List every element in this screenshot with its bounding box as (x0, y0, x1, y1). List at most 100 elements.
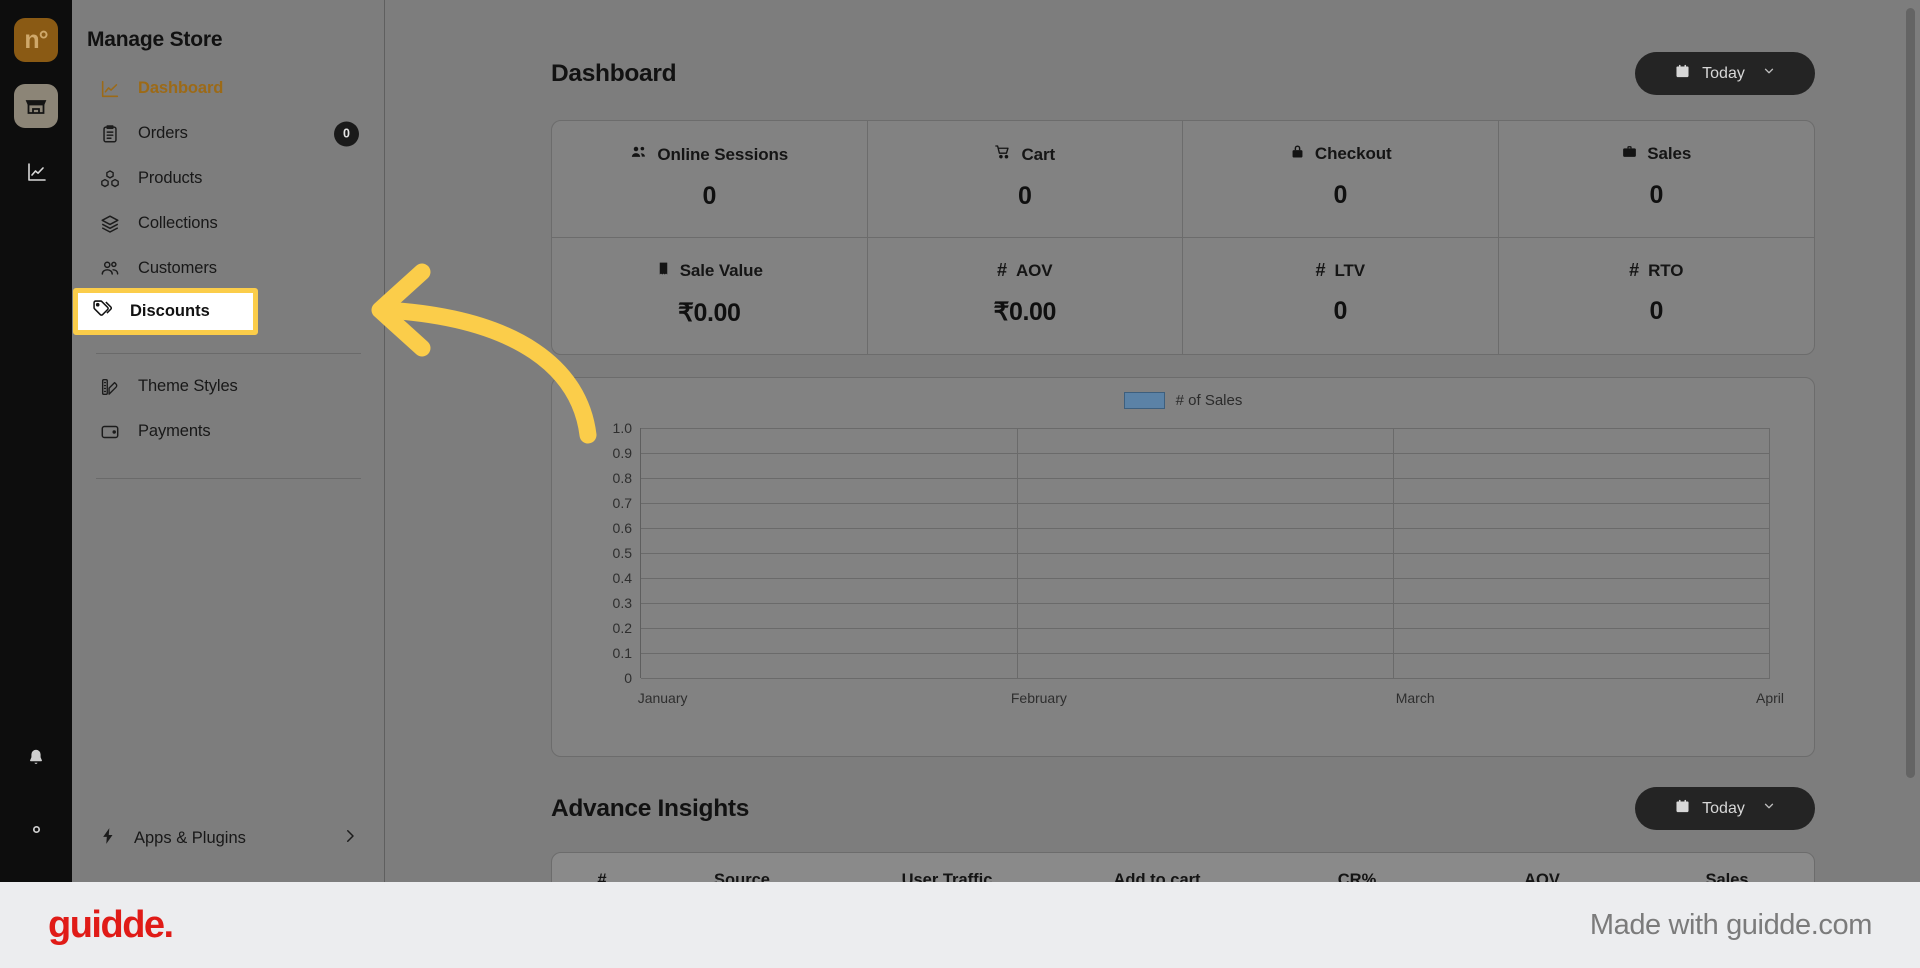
stat-online-sessions: Online Sessions 0 (552, 121, 868, 238)
sidebar-item-apps-plugins[interactable]: Apps & Plugins (84, 816, 373, 860)
stat-cart: Cart 0 (867, 121, 1183, 238)
dashboard-date-range-button[interactable]: Today (1635, 52, 1815, 95)
rail-item-settings[interactable] (14, 810, 58, 854)
stat-checkout: Checkout 0 (1183, 121, 1499, 238)
sidebar-item-collections[interactable]: Collections (84, 201, 373, 246)
rail-item-notifications[interactable] (14, 738, 58, 782)
chart-y-axis: 1.0 0.9 0.8 0.7 0.6 0.5 0.4 0.3 0.2 0.1 … (596, 419, 632, 686)
stat-label: AOV (1015, 260, 1053, 280)
analytics-icon (24, 160, 48, 184)
boxes-icon (98, 167, 122, 191)
orders-count-badge: 0 (334, 121, 359, 146)
stat-label: Online Sessions (657, 144, 789, 164)
rail-item-analytics[interactable] (14, 150, 58, 194)
guidde-tagline: Made with guidde.com (1589, 908, 1873, 941)
stat-label-row: # LTV (1193, 260, 1488, 281)
chart-grid (640, 428, 1770, 679)
chart-x-axis: January February March April (637, 690, 1784, 710)
sidebar-item-label: Products (138, 169, 203, 187)
chart-plot-area: 1.0 0.9 0.8 0.7 0.6 0.5 0.4 0.3 0.2 0.1 … (613, 420, 1784, 706)
y-tick: 0.9 (612, 445, 632, 461)
users-group-icon (630, 143, 648, 166)
icon-rail: n° (0, 0, 72, 882)
sidebar-item-orders[interactable]: Orders 0 (84, 111, 373, 156)
stat-label: Cart (1021, 144, 1056, 164)
vertical-scrollbar[interactable] (1906, 8, 1915, 778)
rail-item-store[interactable] (14, 84, 58, 128)
stat-rto: # RTO 0 (1499, 238, 1815, 354)
insights-date-range-button[interactable]: Today (1635, 787, 1815, 830)
chart-legend: # of Sales (552, 392, 1814, 409)
sidebar-item-label: Payments (138, 422, 211, 440)
y-tick: 0 (624, 670, 632, 686)
y-tick: 0.7 (612, 495, 632, 511)
y-tick: 0.3 (612, 595, 632, 611)
date-range-label: Today (1702, 799, 1745, 817)
calendar-icon (1674, 798, 1691, 820)
sidebar-item-label: Dashboard (138, 79, 224, 97)
y-tick: 0.8 (612, 470, 632, 486)
stat-label: Sales (1647, 144, 1692, 163)
hash-icon: # (997, 260, 1007, 280)
stat-label-row: Sale Value (562, 260, 857, 282)
wallet-icon (98, 420, 122, 444)
y-tick: 0.6 (612, 520, 632, 536)
clipboard-icon (98, 122, 122, 146)
y-tick: 1.0 (612, 420, 632, 436)
sidebar-item-payments[interactable]: Payments (84, 409, 373, 454)
sidebar: Manage Store Dashboard Orders 0 Products… (72, 0, 385, 882)
stat-value: 0 (1649, 181, 1663, 209)
guidde-logo: guidde. (48, 903, 174, 946)
date-range-label: Today (1702, 64, 1745, 82)
stat-value: ₹0.00 (993, 298, 1057, 326)
app-logo[interactable]: n° (14, 18, 58, 62)
highlighted-sidebar-item-discounts[interactable]: Discounts (73, 288, 258, 335)
stat-value: 0 (702, 182, 716, 210)
sidebar-title: Manage Store (87, 28, 223, 51)
stat-label-row: Cart (878, 143, 1173, 166)
briefcase-icon (1621, 143, 1638, 165)
sidebar-item-products[interactable]: Products (84, 156, 373, 201)
table-header-row: # Source User Traffic Add to cart CR% AO… (552, 853, 1814, 882)
guidde-footer: guidde. Made with guidde.com (0, 882, 1920, 968)
stat-value: 0 (1333, 297, 1347, 325)
bell-icon (25, 747, 47, 774)
layers-icon (98, 212, 122, 236)
main-content: Dashboard Today Online Sessions 0 Cart 0… (386, 0, 1920, 882)
stat-label: Sale Value (679, 261, 763, 280)
stat-label-row: Checkout (1193, 143, 1488, 165)
dashboard-header: Dashboard Today (386, 52, 1920, 95)
y-tick: 0.5 (612, 545, 632, 561)
column-header-cr: CR% (1337, 871, 1377, 882)
legend-swatch-sales (1123, 392, 1165, 409)
app-window: n° Manage Store Dashboard Orders 0 Produ… (0, 0, 1920, 882)
scroll-content: Dashboard Today Online Sessions 0 Cart 0… (386, 0, 1920, 882)
sidebar-item-dashboard[interactable]: Dashboard (84, 66, 373, 111)
stat-value: 0 (1333, 181, 1347, 209)
legend-label-sales: # of Sales (1175, 392, 1243, 409)
stat-aov: # AOV ₹0.00 (868, 238, 1183, 354)
stat-sale-value: Sale Value ₹0.00 (552, 238, 868, 354)
stat-label: LTV (1334, 260, 1365, 280)
sidebar-item-label: Theme Styles (138, 377, 238, 395)
x-tick: January (637, 690, 688, 706)
sidebar-item-theme-styles[interactable]: Theme Styles (84, 364, 373, 409)
chart-line-icon (98, 77, 122, 101)
sidebar-item-label: Orders (138, 124, 188, 142)
stat-label-row: Sales (1509, 143, 1805, 165)
y-tick: 0.4 (612, 570, 632, 586)
cart-icon (994, 143, 1012, 166)
lock-icon (1289, 143, 1306, 165)
calendar-icon (1674, 63, 1691, 85)
chevron-right-icon (341, 827, 359, 850)
hash-icon: # (1629, 260, 1640, 280)
stat-label: Checkout (1314, 144, 1392, 163)
x-tick: April (1755, 690, 1785, 706)
insights-table-card: # Source User Traffic Add to cart CR% AO… (551, 852, 1815, 882)
stat-label-row: # AOV (878, 260, 1173, 281)
gear-icon (25, 818, 48, 846)
y-tick: 0.2 (612, 620, 632, 636)
sidebar-item-customers[interactable]: Customers (84, 246, 373, 291)
column-header-index: # (597, 871, 607, 882)
insights-header: Advance Insights Today (386, 787, 1920, 830)
